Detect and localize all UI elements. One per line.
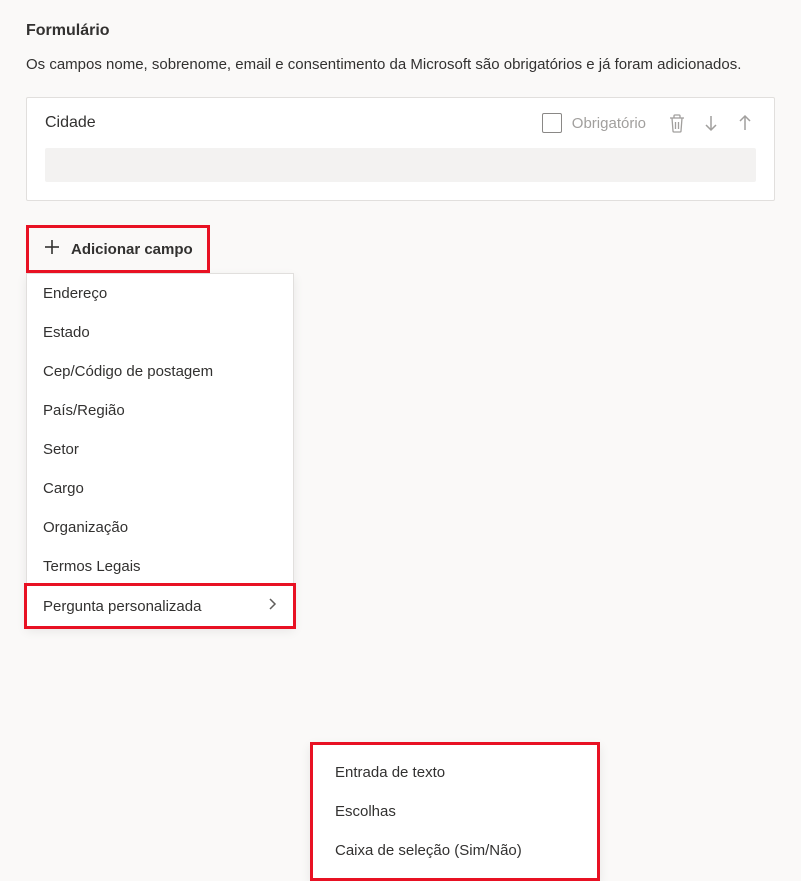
section-title: Formulário xyxy=(26,22,775,40)
dropdown-item-setor[interactable]: Setor xyxy=(27,430,293,469)
dropdown-item-label: Endereço xyxy=(43,285,107,302)
dropdown-item-cargo[interactable]: Cargo xyxy=(27,469,293,508)
trash-icon[interactable] xyxy=(666,112,688,134)
submenu-item-label: Caixa de seleção (Sim/Não) xyxy=(335,842,522,859)
field-input-preview[interactable] xyxy=(45,148,756,182)
chevron-right-icon xyxy=(267,597,277,615)
dropdown-item-pais-regiao[interactable]: País/Região xyxy=(27,391,293,430)
required-checkbox[interactable] xyxy=(542,113,562,133)
submenu-item-caixa-selecao[interactable]: Caixa de seleção (Sim/Não) xyxy=(313,831,597,870)
plus-icon xyxy=(43,238,61,260)
dropdown-item-label: Cep/Código de postagem xyxy=(43,363,213,380)
submenu-item-label: Entrada de texto xyxy=(335,764,445,781)
submenu-item-escolhas[interactable]: Escolhas xyxy=(313,792,597,831)
submenu-item-entrada-texto[interactable]: Entrada de texto xyxy=(313,753,597,792)
required-checkbox-wrap[interactable]: Obrigatório xyxy=(542,113,646,133)
field-name-label: Cidade xyxy=(45,114,96,132)
arrow-up-icon[interactable] xyxy=(734,112,756,134)
dropdown-item-label: Estado xyxy=(43,324,90,341)
required-label: Obrigatório xyxy=(572,115,646,132)
custom-question-submenu: Entrada de texto Escolhas Caixa de seleç… xyxy=(310,742,600,881)
section-description: Os campos nome, sobrenome, email e conse… xyxy=(26,54,775,75)
submenu-item-label: Escolhas xyxy=(335,803,396,820)
dropdown-item-endereco[interactable]: Endereço xyxy=(27,274,293,313)
dropdown-item-termos-legais[interactable]: Termos Legais xyxy=(27,547,293,586)
add-field-dropdown: Endereço Estado Cep/Código de postagem P… xyxy=(26,273,294,627)
dropdown-item-label: Cargo xyxy=(43,480,84,497)
dropdown-item-label: Setor xyxy=(43,441,79,458)
dropdown-item-label: País/Região xyxy=(43,402,125,419)
dropdown-item-label: Termos Legais xyxy=(43,558,141,575)
dropdown-item-organizacao[interactable]: Organização xyxy=(27,508,293,547)
dropdown-item-estado[interactable]: Estado xyxy=(27,313,293,352)
arrow-down-icon[interactable] xyxy=(700,112,722,134)
dropdown-item-label: Pergunta personalizada xyxy=(43,598,201,615)
add-field-label: Adicionar campo xyxy=(71,241,193,258)
dropdown-item-label: Organização xyxy=(43,519,128,536)
field-card-cidade: Cidade Obrigatório xyxy=(26,97,775,201)
dropdown-item-cep[interactable]: Cep/Código de postagem xyxy=(27,352,293,391)
add-field-button[interactable]: Adicionar campo xyxy=(26,225,210,273)
dropdown-item-pergunta-personalizada[interactable]: Pergunta personalizada xyxy=(24,583,296,629)
